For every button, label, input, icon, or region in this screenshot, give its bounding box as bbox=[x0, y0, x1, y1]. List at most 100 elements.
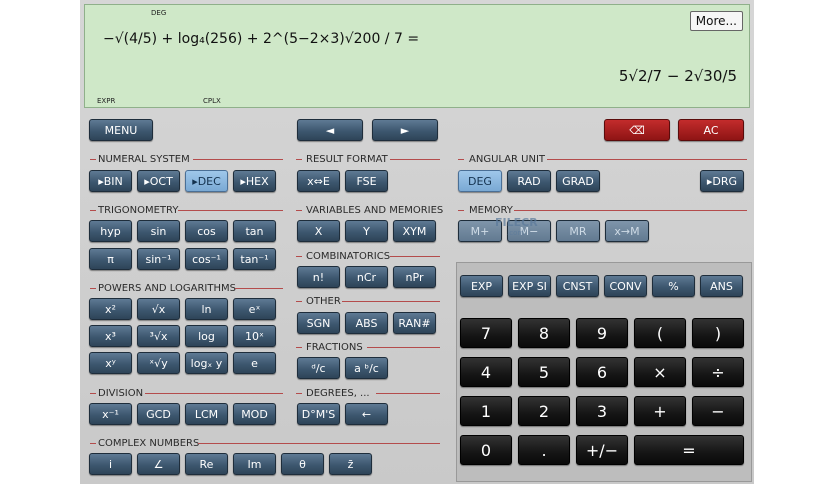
sin-button[interactable]: sin bbox=[137, 220, 180, 242]
hyp-button[interactable]: hyp bbox=[89, 220, 132, 242]
drg-button[interactable]: ▸DRG bbox=[700, 170, 744, 192]
fraction-d-c-button[interactable]: ᵈ/c bbox=[297, 357, 340, 379]
cplx-indicator: CPLX bbox=[203, 97, 221, 105]
ln-button[interactable]: ln bbox=[185, 298, 228, 320]
root-button[interactable]: ˣ√y bbox=[137, 352, 180, 374]
bin-button[interactable]: ▸BIN bbox=[89, 170, 132, 192]
constants-button[interactable]: CNST bbox=[556, 275, 599, 297]
atan-button[interactable]: tan⁻¹ bbox=[233, 248, 276, 270]
logx-button[interactable]: logₓ y bbox=[185, 352, 228, 374]
key-1[interactable]: 1 bbox=[460, 396, 512, 426]
menu-button[interactable]: MENU bbox=[89, 119, 153, 141]
degrees-label: DEGREES, ... bbox=[306, 388, 370, 399]
real-part-button[interactable]: Re bbox=[185, 453, 228, 475]
y-var-button[interactable]: Y bbox=[345, 220, 388, 242]
key-0[interactable]: 0 bbox=[460, 435, 512, 465]
key-plus[interactable]: + bbox=[634, 396, 686, 426]
key-close-paren[interactable]: ) bbox=[692, 318, 744, 348]
conjugate-button[interactable]: z̄ bbox=[329, 453, 372, 475]
rad-button[interactable]: RAD bbox=[507, 170, 551, 192]
cube-button[interactable]: x³ bbox=[89, 325, 132, 347]
numeral-system-label: NUMERAL SYSTEM bbox=[98, 154, 190, 165]
imag-part-button[interactable]: Im bbox=[233, 453, 276, 475]
key-equals[interactable]: = bbox=[634, 435, 744, 465]
hex-button[interactable]: ▸HEX bbox=[233, 170, 276, 192]
x-var-button[interactable]: X bbox=[297, 220, 340, 242]
fse-button[interactable]: FSE bbox=[345, 170, 388, 192]
key-7[interactable]: 7 bbox=[460, 318, 512, 348]
result-format-label: RESULT FORMAT bbox=[306, 154, 388, 165]
imaginary-i-button[interactable]: i bbox=[89, 453, 132, 475]
deg-button[interactable]: DEG bbox=[458, 170, 502, 192]
key-5[interactable]: 5 bbox=[518, 357, 570, 387]
key-2[interactable]: 2 bbox=[518, 396, 570, 426]
random-button[interactable]: RAN# bbox=[393, 312, 436, 334]
oct-button[interactable]: ▸OCT bbox=[137, 170, 180, 192]
pow10-button[interactable]: 10ˣ bbox=[233, 325, 276, 347]
key-8[interactable]: 8 bbox=[518, 318, 570, 348]
factorial-button[interactable]: n! bbox=[297, 266, 340, 288]
key-9[interactable]: 9 bbox=[576, 318, 628, 348]
mod-button[interactable]: MOD bbox=[233, 403, 276, 425]
dms-button[interactable]: D°M'S bbox=[297, 403, 340, 425]
fractions-label: FRACTIONS bbox=[306, 342, 363, 353]
grad-button[interactable]: GRAD bbox=[556, 170, 600, 192]
key-minus[interactable]: − bbox=[692, 396, 744, 426]
cursor-left-button[interactable]: ◄ bbox=[297, 119, 363, 141]
abs-button[interactable]: ABS bbox=[345, 312, 388, 334]
key-open-paren[interactable]: ( bbox=[634, 318, 686, 348]
key-divide[interactable]: ÷ bbox=[692, 357, 744, 387]
sqrt-button[interactable]: √x bbox=[137, 298, 180, 320]
mr-button[interactable]: MR bbox=[556, 220, 600, 242]
display-panel: DEG EXPR CPLX More... −√(4/5) + log₄(256… bbox=[84, 4, 750, 108]
acos-button[interactable]: cos⁻¹ bbox=[185, 248, 228, 270]
asin-button[interactable]: sin⁻¹ bbox=[137, 248, 180, 270]
complex-label: COMPLEX NUMBERS bbox=[98, 438, 200, 449]
ac-button[interactable]: AC bbox=[678, 119, 744, 141]
ncr-button[interactable]: nCr bbox=[345, 266, 388, 288]
key-multiply[interactable]: × bbox=[634, 357, 686, 387]
variables-label: VARIABLES AND MEMORIES bbox=[306, 205, 444, 216]
backspace-button[interactable]: ⌫ bbox=[604, 119, 670, 141]
square-button[interactable]: x² bbox=[89, 298, 132, 320]
key-negate[interactable]: +/− bbox=[576, 435, 628, 465]
convert-button[interactable]: CONV bbox=[604, 275, 647, 297]
cursor-right-button[interactable]: ► bbox=[372, 119, 438, 141]
exp-si-button[interactable]: EXP SI bbox=[508, 275, 551, 297]
e-const-button[interactable]: e bbox=[233, 352, 276, 374]
result: 5√2/7 − 2√30/5 bbox=[618, 67, 737, 85]
angle-button[interactable]: ∠ bbox=[137, 453, 180, 475]
key-6[interactable]: 6 bbox=[576, 357, 628, 387]
gcd-button[interactable]: GCD bbox=[137, 403, 180, 425]
key-3[interactable]: 3 bbox=[576, 396, 628, 426]
tan-button[interactable]: tan bbox=[233, 220, 276, 242]
exp-button[interactable]: EXP bbox=[460, 275, 503, 297]
exp-e-button[interactable]: eˣ bbox=[233, 298, 276, 320]
x-e-toggle-button[interactable]: x⇔E bbox=[297, 170, 340, 192]
dms-back-button[interactable]: ← bbox=[345, 403, 388, 425]
pi-button[interactable]: π bbox=[89, 248, 132, 270]
expr-indicator: EXPR bbox=[97, 97, 116, 105]
npr-button[interactable]: nPr bbox=[393, 266, 436, 288]
log-button[interactable]: log bbox=[185, 325, 228, 347]
power-button[interactable]: xʸ bbox=[89, 352, 132, 374]
key-4[interactable]: 4 bbox=[460, 357, 512, 387]
cbrt-button[interactable]: ³√x bbox=[137, 325, 180, 347]
reciprocal-button[interactable]: x⁻¹ bbox=[89, 403, 132, 425]
dec-button[interactable]: ▸DEC bbox=[185, 170, 228, 192]
powers-label: POWERS AND LOGARITHMS bbox=[98, 283, 236, 294]
ans-button[interactable]: ANS bbox=[700, 275, 743, 297]
sgn-button[interactable]: SGN bbox=[297, 312, 340, 334]
lcm-button[interactable]: LCM bbox=[185, 403, 228, 425]
theta-button[interactable]: θ bbox=[281, 453, 324, 475]
key-decimal[interactable]: . bbox=[518, 435, 570, 465]
xym-button[interactable]: XYM bbox=[393, 220, 436, 242]
division-label: DIVISION bbox=[98, 388, 144, 399]
watermark: FILECR .com bbox=[495, 216, 538, 237]
x-to-m-button[interactable]: x→M bbox=[605, 220, 649, 242]
percent-button[interactable]: % bbox=[652, 275, 695, 297]
cos-button[interactable]: cos bbox=[185, 220, 228, 242]
more-button[interactable]: More... bbox=[689, 11, 743, 31]
fraction-abc-button[interactable]: a ᵇ/c bbox=[345, 357, 388, 379]
angular-unit-label: ANGULAR UNIT bbox=[469, 154, 546, 165]
